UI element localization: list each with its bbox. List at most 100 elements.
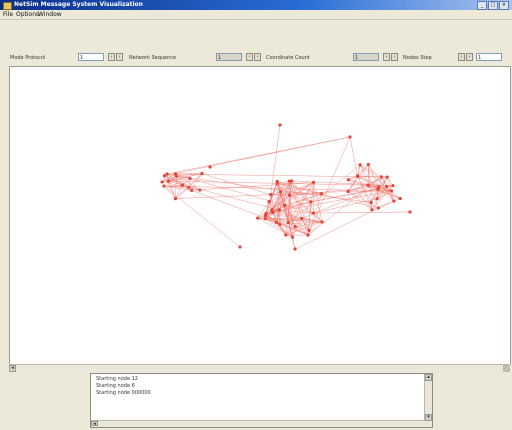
graph-node[interactable]	[278, 190, 283, 194]
mode-protocol-field[interactable]: 1	[78, 53, 104, 61]
coordinate-count-field[interactable]: 1	[353, 53, 379, 61]
graph-node[interactable]	[270, 208, 274, 212]
graph-node[interactable]	[287, 193, 291, 197]
graph-node[interactable]	[348, 135, 352, 139]
graph-node[interactable]	[346, 189, 350, 194]
graph-node[interactable]	[366, 183, 370, 187]
graph-node[interactable]	[278, 222, 282, 226]
graph-node[interactable]	[408, 210, 412, 214]
coordinate-count-label: Coordinate Count	[266, 55, 310, 61]
graph-node[interactable]	[346, 178, 350, 182]
graph-node[interactable]	[320, 220, 324, 224]
graph-node[interactable]	[264, 211, 268, 216]
graph-node[interactable]	[293, 247, 297, 251]
graph-node[interactable]	[392, 199, 396, 203]
graph-node[interactable]	[187, 186, 191, 190]
graph-node[interactable]	[375, 197, 379, 201]
graph-node[interactable]	[263, 217, 267, 221]
graph-node[interactable]	[391, 184, 395, 188]
graph-node[interactable]	[311, 180, 316, 184]
menu-bar: File Options Window	[0, 10, 512, 20]
coord-decrement-button[interactable]: ‹	[383, 53, 390, 61]
graph-node[interactable]	[385, 184, 389, 189]
graph-node[interactable]	[355, 174, 360, 178]
graph-node[interactable]	[166, 179, 170, 183]
log-vertical-scrollbar[interactable]: ▴ ▾	[424, 374, 432, 427]
menu-options[interactable]: Options	[16, 11, 39, 18]
graph-node[interactable]	[300, 216, 304, 221]
graph-node[interactable]	[307, 228, 311, 232]
graph-node[interactable]	[275, 179, 279, 184]
nodes-step-field[interactable]: 1	[476, 53, 502, 61]
graph-node[interactable]	[269, 193, 273, 197]
nodes-step-label: Nodes Step	[403, 55, 432, 61]
graph-node[interactable]	[309, 200, 313, 204]
graph-edge	[175, 173, 203, 199]
graph-node[interactable]	[173, 197, 178, 201]
graph-node[interactable]	[238, 245, 242, 249]
graph-edges	[161, 124, 411, 250]
graph-node[interactable]	[319, 192, 324, 196]
graph-node[interactable]	[369, 200, 373, 205]
resize-grip[interactable]	[503, 365, 510, 372]
graph-node[interactable]	[376, 206, 381, 210]
graph-node[interactable]	[162, 174, 167, 178]
graph-node[interactable]	[278, 123, 282, 127]
log-line: Starting node 000000	[96, 390, 151, 396]
canvas-horizontal-scrollbar[interactable]: ◂	[9, 364, 511, 372]
close-button[interactable]: ×	[499, 1, 509, 10]
menu-file[interactable]: File	[3, 11, 13, 18]
graph-node[interactable]	[188, 176, 192, 181]
graph-node[interactable]	[366, 162, 370, 167]
graph-node[interactable]	[267, 199, 271, 204]
graph-node[interactable]	[286, 221, 290, 225]
log-line: Starting node 6	[96, 383, 135, 389]
graph-node[interactable]	[293, 225, 297, 229]
graph-node[interactable]	[284, 233, 288, 237]
mode-increment-button[interactable]: ›	[116, 53, 123, 61]
log-scroll-down-button[interactable]: ▾	[425, 414, 432, 421]
log-scroll-up-button[interactable]: ▴	[425, 374, 432, 381]
network-decrement-button[interactable]: ‹	[246, 53, 253, 61]
graph-node[interactable]	[198, 188, 202, 192]
mode-decrement-button[interactable]: ‹	[108, 53, 115, 61]
message-log[interactable]: Starting node 12 Starting node 6 Startin…	[90, 373, 433, 428]
log-horizontal-scrollbar[interactable]: ◂	[91, 420, 425, 427]
graph-node[interactable]	[282, 203, 287, 207]
graph-node[interactable]	[180, 183, 185, 187]
graph-node[interactable]	[358, 163, 362, 167]
graph-node[interactable]	[290, 235, 295, 239]
coord-increment-button[interactable]: ›	[391, 53, 398, 61]
network-sequence-field[interactable]: 1	[216, 53, 242, 61]
log-scroll-left-button[interactable]: ◂	[91, 421, 98, 427]
minimize-button[interactable]: _	[477, 1, 487, 10]
graph-node[interactable]	[160, 180, 164, 184]
graph-node[interactable]	[389, 189, 394, 193]
step-increment-button[interactable]: ›	[466, 53, 473, 61]
scroll-left-button[interactable]: ◂	[9, 365, 16, 372]
graph-node[interactable]	[256, 216, 260, 220]
graph-node[interactable]	[162, 184, 166, 188]
maximize-button[interactable]: □	[488, 1, 498, 10]
network-graph[interactable]	[10, 67, 510, 363]
graph-node[interactable]	[306, 233, 310, 237]
graph-node[interactable]	[287, 179, 292, 183]
graph-edge	[270, 194, 290, 196]
network-graph-canvas[interactable]	[9, 66, 511, 370]
graph-node[interactable]	[398, 196, 402, 201]
graph-node[interactable]	[200, 171, 204, 176]
menu-window[interactable]: Window	[38, 11, 62, 18]
network-increment-button[interactable]: ›	[254, 53, 261, 61]
graph-node[interactable]	[370, 208, 374, 212]
graph-node[interactable]	[385, 175, 389, 179]
graph-node[interactable]	[379, 175, 383, 179]
graph-node[interactable]	[277, 208, 281, 212]
graph-node[interactable]	[190, 188, 194, 192]
window-title: NetSim Message System Visualization	[14, 1, 143, 8]
graph-node[interactable]	[208, 165, 212, 169]
graph-node[interactable]	[311, 211, 315, 215]
graph-node[interactable]	[173, 172, 178, 176]
step-decrement-button[interactable]: ‹	[458, 53, 465, 61]
graph-node[interactable]	[377, 185, 381, 189]
graph-node[interactable]	[274, 220, 279, 224]
